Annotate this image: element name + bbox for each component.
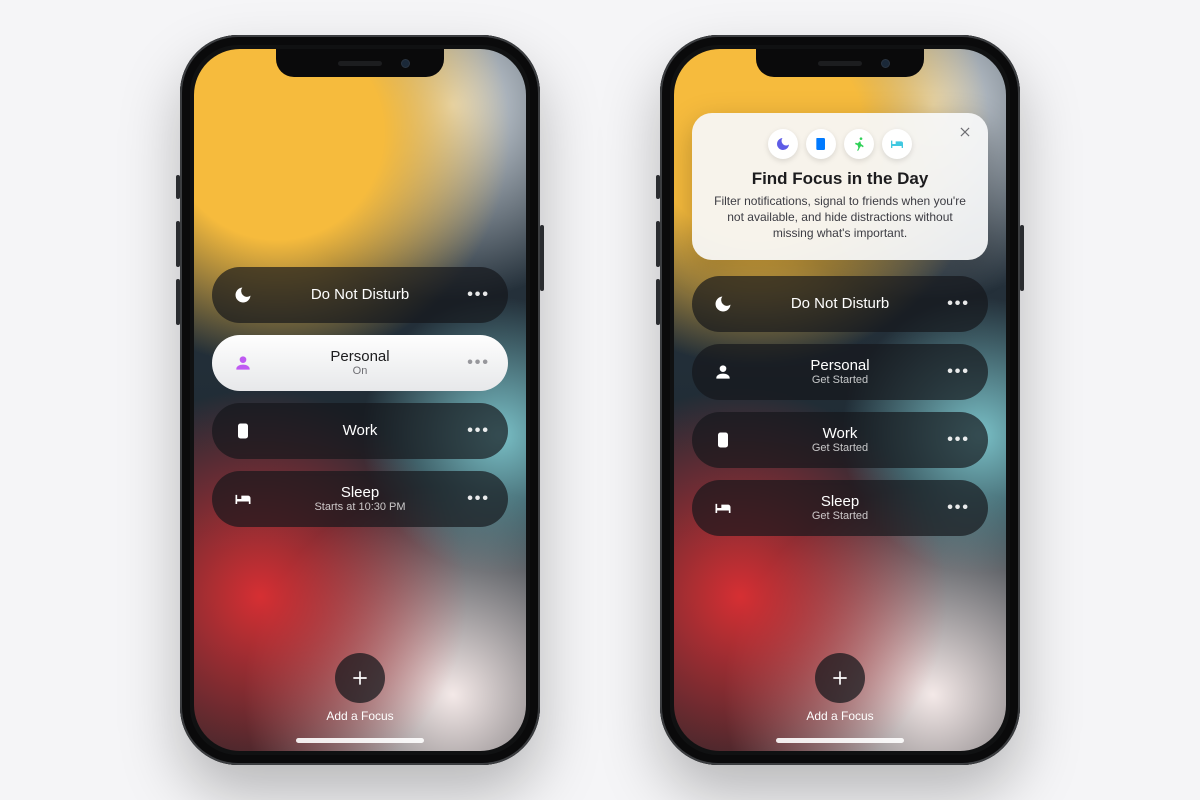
focus-personal[interactable]: Personal On ••• bbox=[212, 335, 508, 391]
badge-icon bbox=[710, 430, 736, 450]
side-buttons-left bbox=[176, 175, 180, 325]
plus-icon bbox=[830, 668, 850, 688]
more-icon[interactable]: ••• bbox=[464, 490, 490, 508]
close-icon bbox=[958, 125, 972, 139]
phone-right: Find Focus in the Day Filter notificatio… bbox=[660, 35, 1020, 765]
card-title: Find Focus in the Day bbox=[710, 169, 970, 189]
bed-icon bbox=[882, 129, 912, 159]
bed-icon bbox=[710, 498, 736, 518]
screen: Find Focus in the Day Filter notificatio… bbox=[674, 49, 1006, 751]
focus-do-not-disturb[interactable]: Do Not Disturb ••• bbox=[212, 267, 508, 323]
focus-subtitle: Get Started bbox=[736, 510, 944, 523]
more-icon[interactable]: ••• bbox=[464, 422, 490, 440]
add-focus-label: Add a Focus bbox=[806, 709, 873, 723]
focus-work[interactable]: Work Get Started ••• bbox=[692, 412, 988, 468]
focus-title: Do Not Disturb bbox=[736, 295, 944, 312]
bed-icon bbox=[230, 489, 256, 509]
badge-icon bbox=[230, 421, 256, 441]
focus-sleep[interactable]: Sleep Get Started ••• bbox=[692, 480, 988, 536]
focus-subtitle: On bbox=[256, 365, 464, 378]
home-indicator[interactable] bbox=[776, 738, 904, 743]
focus-subtitle: Get Started bbox=[736, 374, 944, 387]
screen: Do Not Disturb ••• Personal On ••• Work bbox=[194, 49, 526, 751]
side-button-right bbox=[540, 225, 544, 291]
moon-icon bbox=[768, 129, 798, 159]
focus-title: Personal bbox=[736, 357, 944, 374]
notch bbox=[756, 49, 924, 77]
focus-title: Sleep bbox=[736, 493, 944, 510]
focus-list: Do Not Disturb ••• Personal On ••• Work bbox=[212, 267, 508, 527]
plus-icon bbox=[350, 668, 370, 688]
focus-title: Do Not Disturb bbox=[256, 286, 464, 303]
add-focus-label: Add a Focus bbox=[326, 709, 393, 723]
focus-do-not-disturb[interactable]: Do Not Disturb ••• bbox=[692, 276, 988, 332]
add-focus-button[interactable] bbox=[815, 653, 865, 703]
more-icon[interactable]: ••• bbox=[464, 286, 490, 304]
focus-title: Work bbox=[256, 422, 464, 439]
focus-sleep[interactable]: Sleep Starts at 10:30 PM ••• bbox=[212, 471, 508, 527]
close-button[interactable] bbox=[958, 125, 976, 143]
person-icon bbox=[230, 353, 256, 373]
focus-list: Do Not Disturb ••• Personal Get Started … bbox=[692, 276, 988, 536]
more-icon[interactable]: ••• bbox=[944, 499, 970, 517]
person-icon bbox=[710, 362, 736, 382]
more-icon[interactable]: ••• bbox=[464, 354, 490, 372]
focus-title: Personal bbox=[256, 348, 464, 365]
book-icon bbox=[806, 129, 836, 159]
run-icon bbox=[844, 129, 874, 159]
add-focus-button[interactable] bbox=[335, 653, 385, 703]
focus-intro-card: Find Focus in the Day Filter notificatio… bbox=[692, 113, 988, 260]
moon-icon bbox=[710, 294, 736, 314]
more-icon[interactable]: ••• bbox=[944, 363, 970, 381]
focus-subtitle: Starts at 10:30 PM bbox=[256, 501, 464, 514]
more-icon[interactable]: ••• bbox=[944, 295, 970, 313]
moon-icon bbox=[230, 285, 256, 305]
side-button-right bbox=[1020, 225, 1024, 291]
focus-title: Work bbox=[736, 425, 944, 442]
focus-work[interactable]: Work ••• bbox=[212, 403, 508, 459]
focus-subtitle: Get Started bbox=[736, 442, 944, 455]
card-icon-row bbox=[710, 129, 970, 159]
more-icon[interactable]: ••• bbox=[944, 431, 970, 449]
focus-title: Sleep bbox=[256, 484, 464, 501]
home-indicator[interactable] bbox=[296, 738, 424, 743]
notch bbox=[276, 49, 444, 77]
side-buttons-left bbox=[656, 175, 660, 325]
phone-left: Do Not Disturb ••• Personal On ••• Work bbox=[180, 35, 540, 765]
focus-personal[interactable]: Personal Get Started ••• bbox=[692, 344, 988, 400]
card-body: Filter notifications, signal to friends … bbox=[710, 193, 970, 242]
